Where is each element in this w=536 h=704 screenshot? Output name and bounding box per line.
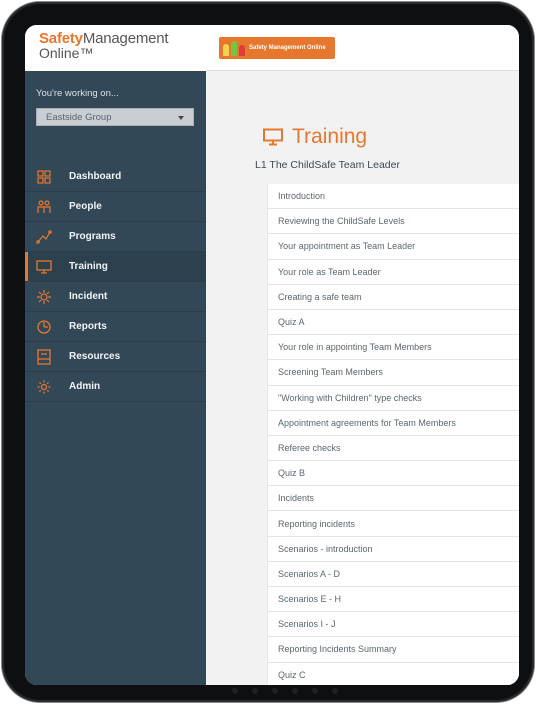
app-header: SafetyManagement Online™ Safety Manageme…	[25, 25, 519, 71]
reports-icon	[36, 319, 52, 335]
lesson-item[interactable]: "Working with Children" type checks	[267, 385, 519, 411]
resources-icon	[36, 348, 52, 365]
header-logo-text: Safety Management Online	[249, 44, 326, 51]
sidebar-item-resources[interactable]: Resources	[25, 342, 206, 372]
sidebar-item-label: Incident	[69, 291, 108, 302]
kids-icon	[223, 40, 245, 56]
sidebar-item-programs[interactable]: Programs	[25, 222, 206, 252]
training-icon	[36, 259, 52, 275]
lesson-item[interactable]: Your role as Team Leader	[267, 259, 519, 285]
page-title-text: Training	[292, 125, 368, 148]
sidebar-item-dashboard[interactable]: Dashboard	[25, 162, 206, 192]
brand-online-text: Online™	[39, 45, 94, 61]
sidebar-item-admin[interactable]: Admin	[25, 372, 206, 402]
lesson-item[interactable]: Reviewing the ChildSafe Levels	[267, 209, 519, 235]
lesson-item[interactable]: Your role in appointing Team Members	[267, 335, 519, 361]
sidebar-item-label: Training	[69, 261, 108, 272]
lesson-item[interactable]: Your appointment as Team Leader	[267, 234, 519, 260]
page-title: Training	[262, 125, 367, 149]
lesson-item[interactable]: Reporting incidents	[267, 511, 519, 537]
lesson-item[interactable]: Introduction	[267, 184, 519, 210]
sidebar-item-reports[interactable]: Reports	[25, 312, 206, 342]
header-logo-badge: Safety Management Online	[219, 37, 335, 59]
lesson-item[interactable]: Incidents	[267, 486, 519, 512]
lesson-item[interactable]: Quiz B	[267, 461, 519, 487]
group-select[interactable]: Eastside Group	[36, 108, 194, 126]
app-screen: SafetyManagement Online™ Safety Manageme…	[25, 25, 519, 685]
lesson-item[interactable]: Appointment agreements for Team Members	[267, 410, 519, 436]
sidebar-item-label: Reports	[69, 321, 107, 332]
sidebar-nav: Dashboard People Programs Training Incid…	[25, 162, 206, 402]
sidebar-item-people[interactable]: People	[25, 192, 206, 222]
sidebar-item-training[interactable]: Training	[25, 252, 206, 282]
lesson-item[interactable]: Scenarios E - H	[267, 587, 519, 613]
sidebar: You're working on... Eastside Group Dash…	[25, 71, 206, 685]
brand-management-text: Management	[82, 30, 169, 47]
lesson-item[interactable]: Scenarios - introduction	[267, 536, 519, 562]
sidebar-item-incident[interactable]: Incident	[25, 282, 206, 312]
gear-icon	[36, 379, 52, 395]
lesson-item[interactable]: Quiz C	[267, 662, 519, 685]
lesson-item[interactable]: Creating a safe team	[267, 284, 519, 310]
main-content: Training L1 The ChildSafe Team Leader In…	[206, 71, 519, 685]
group-select-value: Eastside Group	[46, 112, 112, 123]
sidebar-item-label: Admin	[69, 381, 101, 392]
lesson-item[interactable]: Screening Team Members	[267, 360, 519, 386]
chevron-down-icon	[178, 116, 184, 120]
incident-icon	[36, 289, 52, 305]
lesson-list: Introduction Reviewing the ChildSafe Leve…	[267, 184, 519, 685]
sidebar-item-label: People	[69, 201, 102, 212]
dashboard-icon	[36, 169, 52, 185]
device-indicator-dots	[232, 688, 338, 694]
brand-logo[interactable]: SafetyManagement Online™	[25, 25, 206, 71]
lesson-item[interactable]: Reporting Incidents Summary	[267, 637, 519, 663]
lesson-item[interactable]: Scenarios A - D	[267, 561, 519, 587]
sidebar-item-label: Programs	[69, 231, 116, 242]
lesson-item[interactable]: Referee checks	[267, 435, 519, 462]
lesson-item[interactable]: Quiz A	[267, 309, 519, 336]
lesson-item[interactable]: Scenarios I - J	[267, 612, 519, 638]
people-icon	[36, 199, 52, 215]
tablet-frame: SafetyManagement Online™ Safety Manageme…	[2, 2, 534, 702]
working-on-label: You're working on...	[36, 88, 119, 99]
sidebar-item-label: Resources	[69, 351, 121, 362]
sidebar-item-label: Dashboard	[69, 171, 122, 182]
training-icon	[262, 128, 284, 146]
course-title: L1 The ChildSafe Team Leader	[255, 159, 400, 171]
programs-icon	[36, 229, 52, 245]
